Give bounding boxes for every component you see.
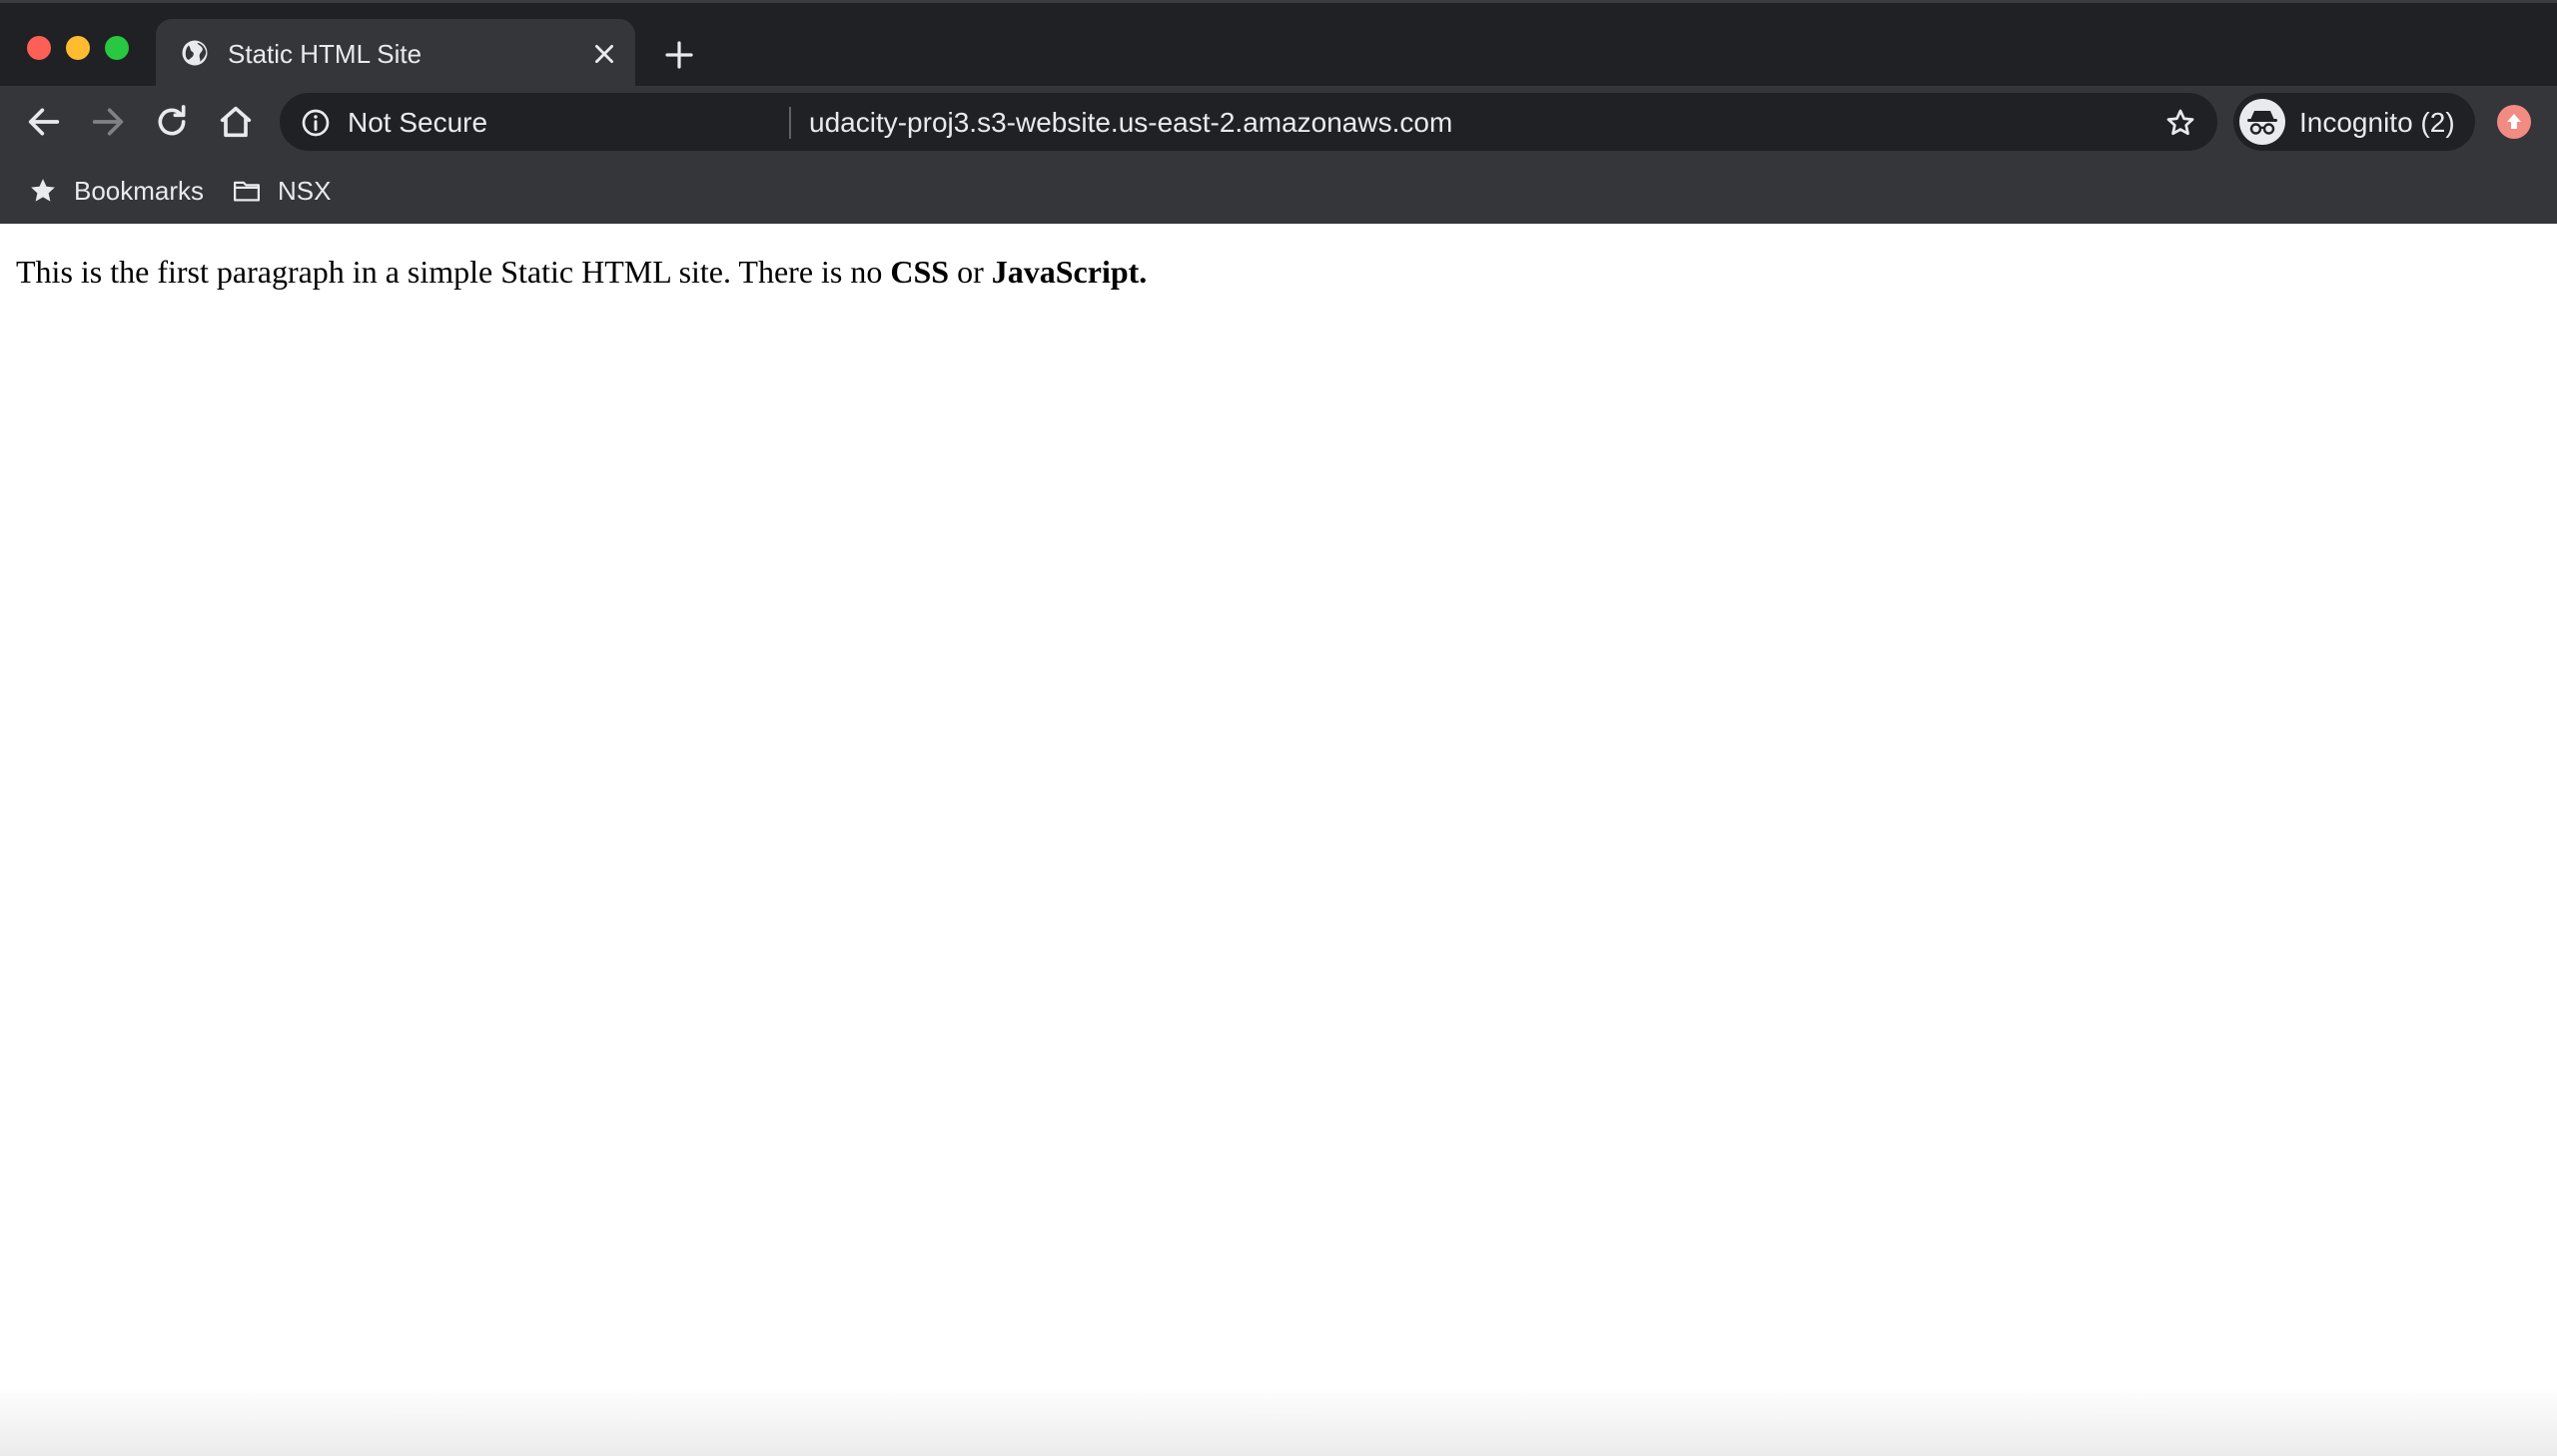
page-content: This is the first paragraph in a simple …	[0, 224, 2557, 1456]
incognito-profile-button[interactable]: Incognito (2)	[2233, 93, 2475, 151]
window-minimize-button[interactable]	[66, 36, 90, 60]
home-icon[interactable]	[216, 102, 256, 142]
security-status-label[interactable]: Not Secure	[348, 106, 487, 140]
page-paragraph: This is the first paragraph in a simple …	[16, 252, 1147, 292]
update-arrow-icon[interactable]	[2497, 105, 2531, 139]
bookmark-label: Bookmarks	[74, 176, 205, 206]
window-close-button[interactable]	[27, 36, 51, 60]
omnibox-divider	[789, 107, 791, 139]
new-tab-plus-icon[interactable]	[663, 39, 695, 71]
folder-icon	[234, 181, 260, 202]
forward-arrow-icon[interactable]	[88, 102, 128, 142]
paragraph-text: This is the first paragraph in a simple …	[16, 254, 891, 290]
address-bar[interactable]: Not Secure udacity-proj3.s3-website.us-e…	[280, 93, 2217, 151]
star-icon	[31, 179, 55, 202]
tab-static-html-site[interactable]: Static HTML Site	[156, 19, 635, 89]
bookmark-folder-nsx[interactable]: NSX	[232, 172, 331, 210]
site-info-icon[interactable]	[300, 107, 332, 139]
bold-css: CSS	[890, 254, 950, 290]
browser-toolbar: Not Secure udacity-proj3.s3-website.us-e…	[0, 86, 2557, 158]
bold-javascript: JavaScript.	[991, 254, 1148, 290]
paragraph-connector: or	[949, 254, 992, 290]
back-arrow-icon[interactable]	[24, 102, 64, 142]
browser-window: Static HTML Site Not Secure udacity-proj…	[0, 0, 2557, 1456]
bookmark-item-bookmarks[interactable]: Bookmarks	[28, 172, 204, 210]
profile-label: Incognito (2)	[2299, 107, 2455, 138]
window-bottom-shadow	[0, 1386, 2557, 1456]
tab-strip: Static HTML Site	[0, 0, 2557, 89]
star-outline-icon[interactable]	[2163, 106, 2197, 140]
tab-close-icon[interactable]	[591, 41, 617, 67]
bookmark-label: NSX	[278, 176, 332, 206]
incognito-icon	[2239, 99, 2285, 145]
tab-title: Static HTML Site	[228, 39, 423, 69]
window-maximize-button[interactable]	[105, 36, 129, 60]
url-text[interactable]: udacity-proj3.s3-website.us-east-2.amazo…	[809, 106, 1452, 140]
globe-icon	[180, 38, 210, 68]
reload-icon[interactable]	[152, 102, 192, 142]
bookmarks-bar: Bookmarks NSX	[0, 158, 2557, 224]
